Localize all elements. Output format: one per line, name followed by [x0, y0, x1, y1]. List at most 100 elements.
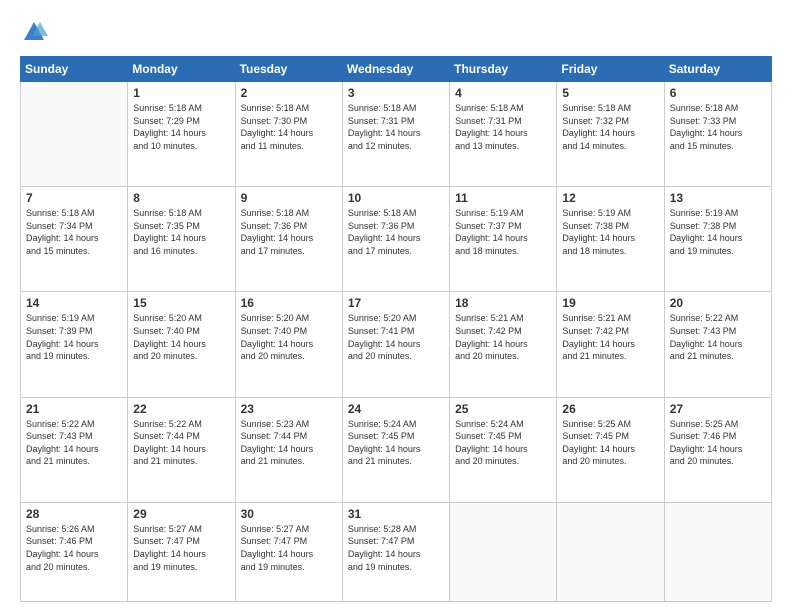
day-info: Sunrise: 5:20 AM Sunset: 7:40 PM Dayligh…: [133, 312, 229, 362]
calendar-week-row: 28 Sunrise: 5:26 AM Sunset: 7:46 PM Dayli…: [21, 502, 772, 601]
weekday-header: Monday: [128, 57, 235, 82]
day-info: Sunrise: 5:28 AM Sunset: 7:47 PM Dayligh…: [348, 523, 444, 573]
day-info: Sunrise: 5:18 AM Sunset: 7:30 PM Dayligh…: [241, 102, 337, 152]
day-info: Sunrise: 5:18 AM Sunset: 7:36 PM Dayligh…: [348, 207, 444, 257]
day-number: 29: [133, 507, 229, 521]
day-number: 8: [133, 191, 229, 205]
page: SundayMondayTuesdayWednesdayThursdayFrid…: [0, 0, 792, 612]
weekday-header: Friday: [557, 57, 664, 82]
day-info: Sunrise: 5:19 AM Sunset: 7:39 PM Dayligh…: [26, 312, 122, 362]
weekday-header: Tuesday: [235, 57, 342, 82]
calendar-cell: 30Sunrise: 5:27 AM Sunset: 7:47 PM Dayli…: [235, 502, 342, 601]
calendar-cell: 27 Sunrise: 5:25 AM Sunset: 7:46 PM Dayli…: [664, 397, 771, 502]
weekday-header: Saturday: [664, 57, 771, 82]
calendar-cell: 11 Sunrise: 5:19 AM Sunset: 7:37 PM Dayli…: [450, 187, 557, 292]
day-number: 18: [455, 296, 551, 310]
day-info: Sunrise: 5:19 AM Sunset: 7:37 PM Dayligh…: [455, 207, 551, 257]
day-info: Sunrise: 5:21 AM Sunset: 7:42 PM Dayligh…: [455, 312, 551, 362]
day-number: 16: [241, 296, 337, 310]
day-info: Sunrise: 5:22 AM Sunset: 7:43 PM Dayligh…: [26, 418, 122, 468]
day-info: Sunrise: 5:20 AM Sunset: 7:40 PM Dayligh…: [241, 312, 337, 362]
day-info: Sunrise: 5:18 AM Sunset: 7:31 PM Dayligh…: [455, 102, 551, 152]
logo: [20, 18, 52, 46]
day-info: Sunrise: 5:19 AM Sunset: 7:38 PM Dayligh…: [562, 207, 658, 257]
calendar-cell: 10 Sunrise: 5:18 AM Sunset: 7:36 PM Dayli…: [342, 187, 449, 292]
day-number: 17: [348, 296, 444, 310]
calendar-cell: 4 Sunrise: 5:18 AM Sunset: 7:31 PM Daylig…: [450, 82, 557, 187]
calendar-cell: 15 Sunrise: 5:20 AM Sunset: 7:40 PM Dayli…: [128, 292, 235, 397]
calendar-cell: 1 Sunrise: 5:18 AM Sunset: 7:29 PM Daylig…: [128, 82, 235, 187]
calendar-cell: 26 Sunrise: 5:25 AM Sunset: 7:45 PM Dayli…: [557, 397, 664, 502]
calendar-cell: [664, 502, 771, 601]
calendar-week-row: 7Sunrise: 5:18 AM Sunset: 7:34 PM Daylig…: [21, 187, 772, 292]
calendar-cell: 28 Sunrise: 5:26 AM Sunset: 7:46 PM Dayli…: [21, 502, 128, 601]
day-info: Sunrise: 5:19 AM Sunset: 7:38 PM Dayligh…: [670, 207, 766, 257]
day-info: Sunrise: 5:25 AM Sunset: 7:45 PM Dayligh…: [562, 418, 658, 468]
calendar-cell: 5 Sunrise: 5:18 AM Sunset: 7:32 PM Daylig…: [557, 82, 664, 187]
header: [20, 18, 772, 46]
day-number: 15: [133, 296, 229, 310]
day-info: Sunrise: 5:18 AM Sunset: 7:31 PM Dayligh…: [348, 102, 444, 152]
day-number: 24: [348, 402, 444, 416]
calendar-cell: [557, 502, 664, 601]
calendar-table: SundayMondayTuesdayWednesdayThursdayFrid…: [20, 56, 772, 602]
calendar-cell: 14Sunrise: 5:19 AM Sunset: 7:39 PM Dayli…: [21, 292, 128, 397]
day-info: Sunrise: 5:18 AM Sunset: 7:36 PM Dayligh…: [241, 207, 337, 257]
calendar-cell: 8 Sunrise: 5:18 AM Sunset: 7:35 PM Daylig…: [128, 187, 235, 292]
day-info: Sunrise: 5:18 AM Sunset: 7:29 PM Dayligh…: [133, 102, 229, 152]
day-number: 10: [348, 191, 444, 205]
day-number: 11: [455, 191, 551, 205]
calendar-cell: 6 Sunrise: 5:18 AM Sunset: 7:33 PM Daylig…: [664, 82, 771, 187]
day-number: 28: [26, 507, 122, 521]
day-number: 9: [241, 191, 337, 205]
calendar-cell: 12Sunrise: 5:19 AM Sunset: 7:38 PM Dayli…: [557, 187, 664, 292]
day-number: 23: [241, 402, 337, 416]
calendar-cell: 2 Sunrise: 5:18 AM Sunset: 7:30 PM Daylig…: [235, 82, 342, 187]
calendar-week-row: 14Sunrise: 5:19 AM Sunset: 7:39 PM Dayli…: [21, 292, 772, 397]
day-info: Sunrise: 5:18 AM Sunset: 7:33 PM Dayligh…: [670, 102, 766, 152]
day-number: 5: [562, 86, 658, 100]
calendar-cell: 16 Sunrise: 5:20 AM Sunset: 7:40 PM Dayli…: [235, 292, 342, 397]
day-info: Sunrise: 5:21 AM Sunset: 7:42 PM Dayligh…: [562, 312, 658, 362]
calendar-header-row: SundayMondayTuesdayWednesdayThursdayFrid…: [21, 57, 772, 82]
calendar-week-row: 21 Sunrise: 5:22 AM Sunset: 7:43 PM Dayli…: [21, 397, 772, 502]
calendar-cell: 3Sunrise: 5:18 AM Sunset: 7:31 PM Daylig…: [342, 82, 449, 187]
day-number: 27: [670, 402, 766, 416]
day-info: Sunrise: 5:18 AM Sunset: 7:35 PM Dayligh…: [133, 207, 229, 257]
day-number: 4: [455, 86, 551, 100]
calendar-cell: 25Sunrise: 5:24 AM Sunset: 7:45 PM Dayli…: [450, 397, 557, 502]
day-number: 13: [670, 191, 766, 205]
day-info: Sunrise: 5:22 AM Sunset: 7:44 PM Dayligh…: [133, 418, 229, 468]
day-number: 21: [26, 402, 122, 416]
calendar-cell: 18 Sunrise: 5:21 AM Sunset: 7:42 PM Dayli…: [450, 292, 557, 397]
day-number: 1: [133, 86, 229, 100]
day-number: 31: [348, 507, 444, 521]
day-number: 25: [455, 402, 551, 416]
calendar-cell: 9 Sunrise: 5:18 AM Sunset: 7:36 PM Daylig…: [235, 187, 342, 292]
day-number: 19: [562, 296, 658, 310]
day-number: 6: [670, 86, 766, 100]
calendar-cell: [21, 82, 128, 187]
day-number: 22: [133, 402, 229, 416]
calendar-cell: 23Sunrise: 5:23 AM Sunset: 7:44 PM Dayli…: [235, 397, 342, 502]
day-info: Sunrise: 5:25 AM Sunset: 7:46 PM Dayligh…: [670, 418, 766, 468]
day-info: Sunrise: 5:20 AM Sunset: 7:41 PM Dayligh…: [348, 312, 444, 362]
day-info: Sunrise: 5:27 AM Sunset: 7:47 PM Dayligh…: [133, 523, 229, 573]
day-number: 20: [670, 296, 766, 310]
day-info: Sunrise: 5:18 AM Sunset: 7:32 PM Dayligh…: [562, 102, 658, 152]
day-info: Sunrise: 5:22 AM Sunset: 7:43 PM Dayligh…: [670, 312, 766, 362]
calendar-cell: 24 Sunrise: 5:24 AM Sunset: 7:45 PM Dayli…: [342, 397, 449, 502]
day-info: Sunrise: 5:26 AM Sunset: 7:46 PM Dayligh…: [26, 523, 122, 573]
weekday-header: Thursday: [450, 57, 557, 82]
calendar-cell: 17 Sunrise: 5:20 AM Sunset: 7:41 PM Dayli…: [342, 292, 449, 397]
calendar-cell: 20 Sunrise: 5:22 AM Sunset: 7:43 PM Dayli…: [664, 292, 771, 397]
calendar-cell: 22 Sunrise: 5:22 AM Sunset: 7:44 PM Dayli…: [128, 397, 235, 502]
calendar-cell: 21 Sunrise: 5:22 AM Sunset: 7:43 PM Dayli…: [21, 397, 128, 502]
day-number: 26: [562, 402, 658, 416]
day-info: Sunrise: 5:24 AM Sunset: 7:45 PM Dayligh…: [348, 418, 444, 468]
day-number: 2: [241, 86, 337, 100]
calendar-cell: 29 Sunrise: 5:27 AM Sunset: 7:47 PM Dayli…: [128, 502, 235, 601]
logo-icon: [20, 18, 48, 46]
weekday-header: Wednesday: [342, 57, 449, 82]
weekday-header: Sunday: [21, 57, 128, 82]
